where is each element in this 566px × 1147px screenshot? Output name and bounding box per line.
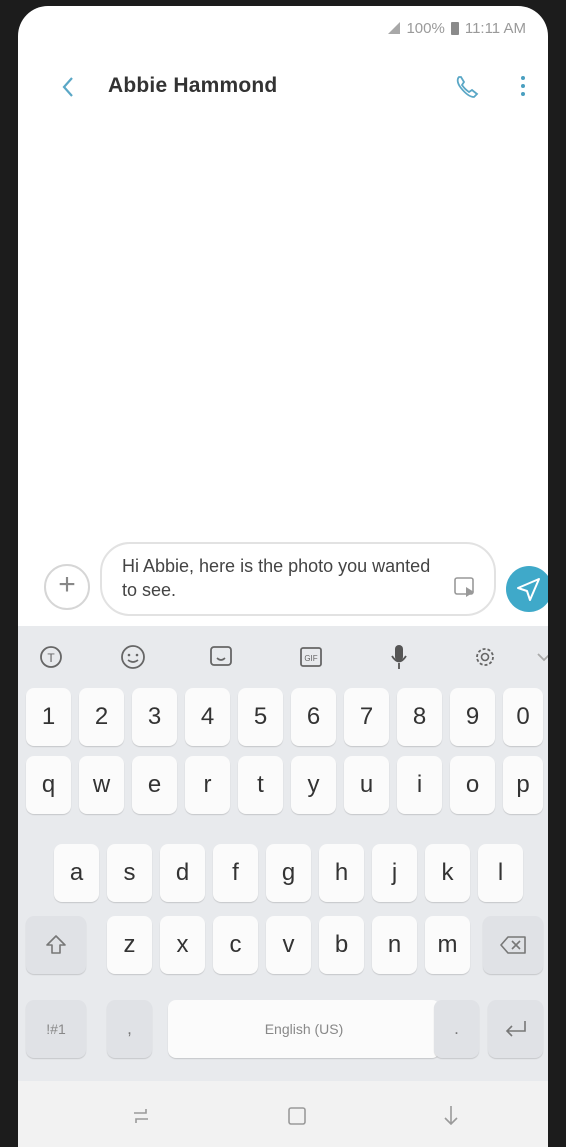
svg-text:GIF: GIF: [304, 654, 317, 663]
battery-icon: [450, 21, 459, 35]
phone-icon: [456, 76, 479, 98]
key-2[interactable]: 2: [79, 688, 124, 746]
key-m[interactable]: m: [425, 916, 470, 974]
send-icon: [517, 578, 540, 601]
key-e[interactable]: e: [132, 756, 177, 814]
battery-percent: 100%: [406, 19, 445, 37]
key-0[interactable]: 0: [503, 688, 543, 746]
enter-icon: [505, 1021, 526, 1037]
enter-key[interactable]: [488, 1000, 543, 1058]
key-x[interactable]: x: [160, 916, 205, 974]
keyboard: T GIF 1 2 3 4 5 6 7 8 9 0 q w e r t y u …: [18, 626, 548, 1081]
more-options-button[interactable]: [516, 72, 530, 102]
key-b[interactable]: b: [319, 916, 364, 974]
navigation-bar: [18, 1081, 548, 1147]
key-3[interactable]: 3: [132, 688, 177, 746]
period-key[interactable]: .: [434, 1000, 479, 1058]
recent-apps-icon[interactable]: [126, 1101, 156, 1131]
key-8[interactable]: 8: [397, 688, 442, 746]
emoji-icon[interactable]: [118, 642, 148, 672]
message-text[interactable]: Hi Abbie, here is the photo you wanted t…: [122, 554, 442, 602]
sticker-icon[interactable]: [206, 642, 236, 672]
key-s[interactable]: s: [107, 844, 152, 902]
key-o[interactable]: o: [450, 756, 495, 814]
key-t[interactable]: t: [238, 756, 283, 814]
clock: 11:11 AM: [464, 19, 526, 37]
attach-button[interactable]: +: [44, 564, 90, 610]
image-attachment-icon[interactable]: [452, 574, 478, 600]
collapse-icon[interactable]: [532, 642, 548, 672]
key-l[interactable]: l: [478, 844, 523, 902]
key-h[interactable]: h: [319, 844, 364, 902]
key-9[interactable]: 9: [450, 688, 495, 746]
key-a[interactable]: a: [54, 844, 99, 902]
key-w[interactable]: w: [79, 756, 124, 814]
key-c[interactable]: c: [213, 916, 258, 974]
home-icon[interactable]: [282, 1101, 312, 1131]
backspace-key[interactable]: [483, 916, 543, 974]
key-5[interactable]: 5: [238, 688, 283, 746]
key-p[interactable]: p: [503, 756, 543, 814]
shift-icon: [46, 935, 66, 954]
symbols-key[interactable]: !#1: [26, 1000, 86, 1058]
translate-icon[interactable]: T: [36, 642, 66, 672]
backspace-icon: [500, 936, 526, 954]
contact-name[interactable]: Abbie Hammond: [108, 74, 277, 98]
call-button[interactable]: [452, 72, 482, 102]
key-4[interactable]: 4: [185, 688, 230, 746]
key-r[interactable]: r: [185, 756, 230, 814]
key-g[interactable]: g: [266, 844, 311, 902]
hide-keyboard-icon[interactable]: [436, 1101, 466, 1131]
key-q[interactable]: q: [26, 756, 71, 814]
gif-icon[interactable]: GIF: [296, 642, 326, 672]
status-bar: 100% 11:11 AM: [18, 6, 548, 50]
space-key[interactable]: English (US): [168, 1000, 440, 1058]
svg-text:T: T: [47, 651, 55, 665]
key-f[interactable]: f: [213, 844, 258, 902]
key-1[interactable]: 1: [26, 688, 71, 746]
key-v[interactable]: v: [266, 916, 311, 974]
conversation-header: Abbie Hammond: [18, 58, 548, 118]
back-button[interactable]: [54, 72, 84, 102]
key-n[interactable]: n: [372, 916, 417, 974]
comma-key[interactable]: ,: [107, 1000, 152, 1058]
key-j[interactable]: j: [372, 844, 417, 902]
phone-screen: 100% 11:11 AM Abbie Hammond + Hi Abbie, …: [18, 6, 548, 1147]
dot-icon: [521, 92, 525, 96]
mic-icon[interactable]: [384, 642, 414, 672]
key-u[interactable]: u: [344, 756, 389, 814]
key-7[interactable]: 7: [344, 688, 389, 746]
settings-icon[interactable]: [470, 642, 500, 672]
key-i[interactable]: i: [397, 756, 442, 814]
dot-icon: [521, 84, 525, 88]
shift-key[interactable]: [26, 916, 86, 974]
message-input[interactable]: Hi Abbie, here is the photo you wanted t…: [100, 542, 496, 616]
keyboard-toolbar: T GIF: [18, 626, 548, 686]
key-y[interactable]: y: [291, 756, 336, 814]
key-6[interactable]: 6: [291, 688, 336, 746]
key-k[interactable]: k: [425, 844, 470, 902]
signal-icon: [388, 22, 401, 34]
dot-icon: [521, 76, 525, 80]
key-d[interactable]: d: [160, 844, 205, 902]
send-button[interactable]: [506, 566, 548, 612]
key-z[interactable]: z: [107, 916, 152, 974]
chevron-left-icon: [62, 77, 73, 97]
